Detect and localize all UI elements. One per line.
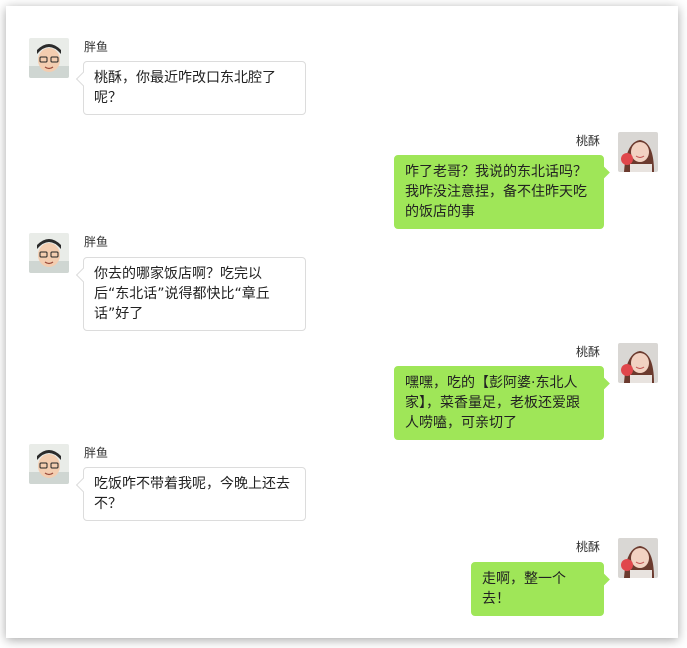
- sender-name: 胖鱼: [84, 446, 109, 460]
- sender-name: 胖鱼: [84, 235, 109, 249]
- avatar-taosu-icon: [618, 132, 658, 172]
- message-bubble[interactable]: 桃酥，你最近咋改口东北腔了呢？: [83, 61, 306, 115]
- avatar-taosu[interactable]: [618, 343, 658, 383]
- sender-name: 桃酥: [576, 345, 601, 359]
- message-bubble[interactable]: 走啊，整一个去！: [471, 562, 604, 616]
- avatar-pangyu-icon: [29, 444, 69, 484]
- sender-name: 胖鱼: [84, 40, 109, 54]
- chat-window: 胖鱼 桃酥，你最近咋改口东北腔了呢？ 桃酥 咋了老哥？我说的东北话吗？我咋没注意…: [6, 6, 678, 638]
- avatar-pangyu[interactable]: [29, 444, 69, 484]
- message-bubble[interactable]: 嘿嘿，吃的【彭阿婆·东北人家】，菜香量足，老板还爱跟人唠嗑，可亲切了: [394, 366, 604, 440]
- avatar-taosu-icon: [618, 343, 658, 383]
- avatar-taosu[interactable]: [618, 538, 658, 578]
- avatar-pangyu-icon: [29, 38, 69, 78]
- message-bubble[interactable]: 吃饭咋不带着我呢，今晚上还去不？: [83, 467, 306, 521]
- sender-name: 桃酥: [576, 540, 601, 554]
- message-bubble[interactable]: 咋了老哥？我说的东北话吗？我咋没注意捏，备不住昨天吃的饭店的事: [394, 155, 604, 229]
- avatar-pangyu-icon: [29, 233, 69, 273]
- avatar-pangyu[interactable]: [29, 233, 69, 273]
- avatar-pangyu[interactable]: [29, 38, 69, 78]
- sender-name: 桃酥: [576, 134, 601, 148]
- avatar-taosu[interactable]: [618, 132, 658, 172]
- message-bubble[interactable]: 你去的哪家饭店啊？吃完以后“东北话”说得都快比“章丘话”好了: [83, 257, 306, 331]
- avatar-taosu-icon: [618, 538, 658, 578]
